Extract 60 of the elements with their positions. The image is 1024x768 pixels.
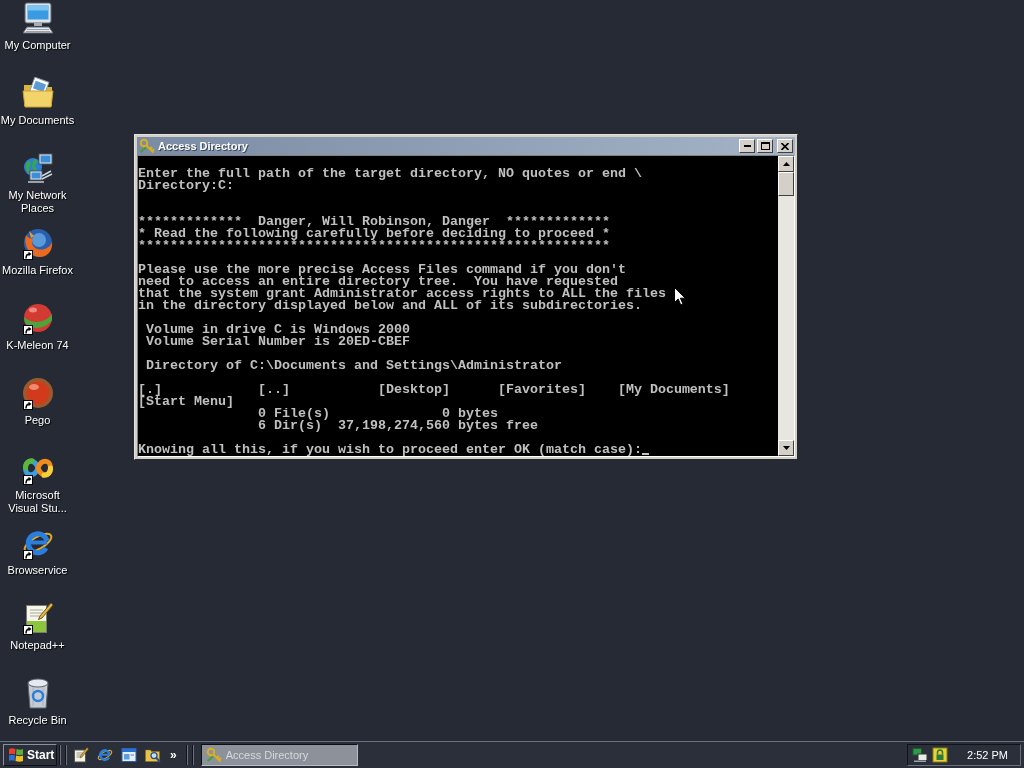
desktop-icon-label[interactable]: Mozilla Firefox: [2, 264, 73, 277]
show-more-button[interactable]: »: [167, 748, 180, 762]
notepad-pencil-icon[interactable]: [73, 747, 89, 763]
swirl-globe-icon[interactable]: [21, 227, 54, 259]
console-line: Enter the full path of the target directory, NO quotes or end \: [138, 168, 642, 180]
scroll-down-button[interactable]: [778, 440, 794, 456]
keys-icon: [205, 747, 222, 763]
ball-icon[interactable]: [21, 302, 54, 334]
console-line: ************* Danger, Will Robinson, Danger *************: [138, 216, 610, 228]
console-line: Please use the more precise Access Files command if you don't: [138, 264, 626, 276]
scrollbar-thumb[interactable]: [778, 172, 794, 196]
start-button[interactable]: Start: [3, 744, 57, 766]
network-computers-icon[interactable]: [21, 152, 54, 184]
desktop-icon-label[interactable]: My Computer: [4, 39, 71, 52]
desktop-icon-label[interactable]: Microsoft Visual Stu...: [0, 489, 75, 515]
maximize-button[interactable]: [757, 139, 773, 153]
scrollbar-track[interactable]: [778, 156, 794, 456]
flag-icon: [8, 747, 24, 763]
folder-search-icon[interactable]: [145, 747, 161, 763]
console-line: * Read the following carefully before deciding to proceed *: [138, 228, 610, 240]
console-prompt: Knowing all this, if you wish to proceed enter OK (match case):: [138, 444, 642, 456]
text-cursor-icon: [641, 453, 649, 455]
console-line: 6 Dir(s) 37,198,274,560 bytes free: [256, 420, 538, 432]
close-button[interactable]: [777, 139, 793, 153]
desktop-icon-label[interactable]: My Network Places: [0, 189, 75, 215]
caret-down-icon: [782, 446, 790, 450]
sphere-icon[interactable]: [21, 377, 54, 409]
app-window-icon[interactable]: [121, 747, 137, 763]
scroll-up-button[interactable]: [778, 156, 794, 172]
close-icon: [781, 142, 789, 150]
maximize-icon: [760, 142, 770, 150]
desktop-icon-label[interactable]: Notepad++: [10, 639, 65, 652]
console-line: 0 File(s) 0 bytes: [256, 408, 498, 420]
padlock-icon[interactable]: [932, 747, 948, 763]
keys-icon: [139, 138, 155, 154]
e-logo-icon[interactable]: [97, 747, 113, 763]
folder-icon[interactable]: [21, 77, 54, 109]
desktop-icon-label[interactable]: My Documents: [0, 114, 75, 127]
console-line: Volume in drive C is Windows 2000: [145, 324, 410, 336]
console-line: [Start Menu]: [138, 396, 234, 408]
clock: 2:52 PM: [967, 748, 1008, 762]
minimize-icon: [743, 145, 751, 147]
console-line: that the system grant Administrator access rights to ALL the files: [138, 288, 666, 300]
console-line: Directory:C:: [138, 180, 234, 192]
desktop-icon-label[interactable]: Recycle Bin: [8, 714, 67, 727]
console-line: Volume Serial Number is 20ED-CBEF: [145, 336, 410, 348]
minimize-button[interactable]: [739, 139, 755, 153]
console-line: [.] [..] [Desktop] [Favorites] [My Documents]: [138, 384, 730, 396]
window-title: Access Directory: [158, 139, 248, 153]
console-line: Directory of C:\Documents and Settings\Administrator: [145, 360, 562, 372]
network-computers-icon[interactable]: [912, 747, 928, 763]
caret-up-icon: [782, 162, 790, 166]
desktop-icon-label[interactable]: K-Meleon 74: [6, 339, 69, 352]
console-line: ***********************************************************: [138, 240, 610, 252]
console-line: need to access an entire directory tree. You have requested: [138, 276, 618, 288]
mouse-pointer-icon: [674, 287, 686, 306]
desktop-icon-label[interactable]: Browservice: [7, 564, 68, 577]
computer-icon[interactable]: [21, 2, 54, 34]
console-line: in the directory displayed below and ALL of its subdirectories.: [138, 300, 642, 312]
desktop-icon-label[interactable]: Pego: [24, 414, 51, 427]
